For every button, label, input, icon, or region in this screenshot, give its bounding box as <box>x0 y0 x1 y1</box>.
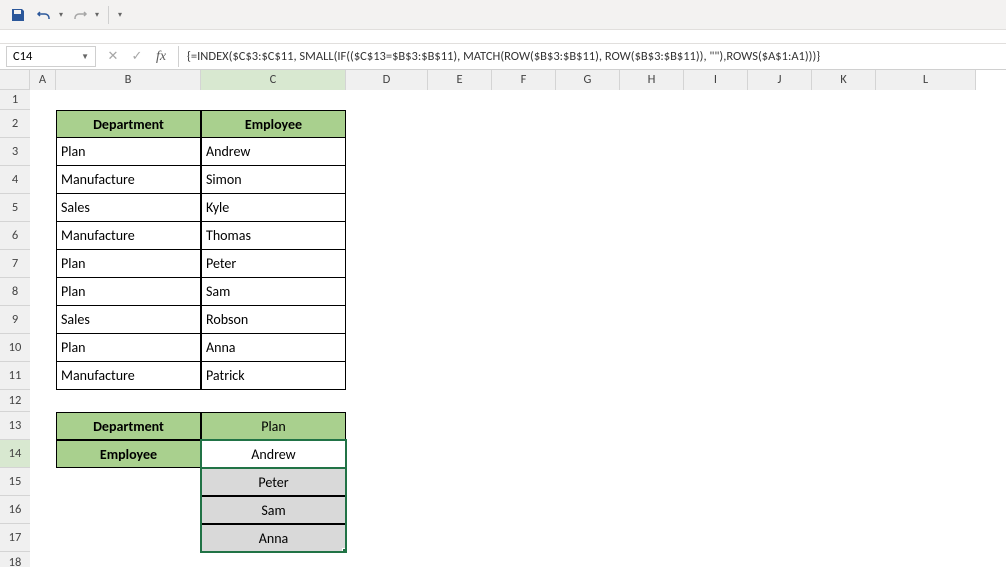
column-header-I[interactable]: I <box>684 70 748 90</box>
column-header-L[interactable]: L <box>876 70 976 90</box>
cell-B3[interactable]: Plan <box>56 138 201 166</box>
cell-B8[interactable]: Plan <box>56 278 201 306</box>
column-header-J[interactable]: J <box>748 70 812 90</box>
cell-B6[interactable]: Manufacture <box>56 222 201 250</box>
cell-C7[interactable]: Peter <box>201 250 346 278</box>
cell-C4[interactable]: Simon <box>201 166 346 194</box>
cell-B5[interactable]: Sales <box>56 194 201 222</box>
cell-B13[interactable]: Department <box>56 412 201 440</box>
cell-B14[interactable]: Employee <box>56 440 201 468</box>
row-header-8[interactable]: 8 <box>0 278 30 306</box>
row-header-3[interactable]: 3 <box>0 138 30 166</box>
row-header-9[interactable]: 9 <box>0 306 30 334</box>
cell-C16[interactable]: Sam <box>201 496 346 524</box>
row-header-1[interactable]: 1 <box>0 90 30 110</box>
row-header-10[interactable]: 10 <box>0 334 30 362</box>
cell-C10[interactable]: Anna <box>201 334 346 362</box>
formula-input[interactable] <box>179 44 1006 69</box>
cell-C9[interactable]: Robson <box>201 306 346 334</box>
cell-B7[interactable]: Plan <box>56 250 201 278</box>
column-header-B[interactable]: B <box>56 70 201 90</box>
cancel-formula-icon[interactable]: ✕ <box>106 49 120 64</box>
select-all-corner[interactable] <box>0 70 30 90</box>
column-header-A[interactable]: A <box>30 70 56 90</box>
spreadsheet-grid[interactable]: ABCDEFGHIJKL 123456789101112131415161718… <box>0 70 1006 567</box>
formula-bar: C14 ▼ ✕ ✓ fx <box>0 44 1006 70</box>
column-header-H[interactable]: H <box>620 70 684 90</box>
column-header-D[interactable]: D <box>346 70 428 90</box>
cell-C2[interactable]: Employee <box>201 110 346 138</box>
cell-B11[interactable]: Manufacture <box>56 362 201 390</box>
column-headers: ABCDEFGHIJKL <box>30 70 976 90</box>
row-header-15[interactable]: 15 <box>0 468 30 496</box>
save-button[interactable] <box>6 3 30 27</box>
cell-C8[interactable]: Sam <box>201 278 346 306</box>
column-header-C[interactable]: C <box>201 70 346 90</box>
row-header-6[interactable]: 6 <box>0 222 30 250</box>
cell-B4[interactable]: Manufacture <box>56 166 201 194</box>
customize-qat[interactable]: ▾ <box>113 10 127 20</box>
column-header-F[interactable]: F <box>492 70 556 90</box>
cell-C5[interactable]: Kyle <box>201 194 346 222</box>
row-header-13[interactable]: 13 <box>0 412 30 440</box>
row-header-18[interactable]: 18 <box>0 552 30 567</box>
row-header-17[interactable]: 17 <box>0 524 30 552</box>
row-header-5[interactable]: 5 <box>0 194 30 222</box>
redo-dropdown[interactable]: ▾ <box>92 10 102 20</box>
cell-B2[interactable]: Department <box>56 110 201 138</box>
row-header-2[interactable]: 2 <box>0 110 30 138</box>
row-header-7[interactable]: 7 <box>0 250 30 278</box>
cell-C3[interactable]: Andrew <box>201 138 346 166</box>
insert-function-button[interactable]: fx <box>154 49 168 65</box>
row-header-11[interactable]: 11 <box>0 362 30 390</box>
row-header-4[interactable]: 4 <box>0 166 30 194</box>
name-box[interactable]: C14 ▼ <box>6 46 96 67</box>
column-header-G[interactable]: G <box>556 70 620 90</box>
column-header-K[interactable]: K <box>812 70 876 90</box>
undo-dropdown[interactable]: ▾ <box>56 10 66 20</box>
redo-button[interactable] <box>68 3 92 27</box>
ribbon-strip <box>0 30 1006 44</box>
column-header-E[interactable]: E <box>428 70 492 90</box>
row-header-12[interactable]: 12 <box>0 390 30 412</box>
row-header-14[interactable]: 14 <box>0 440 30 468</box>
cell-B10[interactable]: Plan <box>56 334 201 362</box>
cell-C13[interactable]: Plan <box>201 412 346 440</box>
cell-C6[interactable]: Thomas <box>201 222 346 250</box>
name-box-dropdown-icon[interactable]: ▼ <box>81 52 89 62</box>
cell-C11[interactable]: Patrick <box>201 362 346 390</box>
formula-bar-buttons: ✕ ✓ fx <box>96 46 179 67</box>
row-header-16[interactable]: 16 <box>0 496 30 524</box>
cell-C14[interactable]: Andrew <box>201 440 346 468</box>
cell-C17[interactable]: Anna <box>201 524 346 552</box>
cell-B9[interactable]: Sales <box>56 306 201 334</box>
cell-C15[interactable]: Peter <box>201 468 346 496</box>
row-headers: 123456789101112131415161718 <box>0 90 30 567</box>
fill-handle[interactable] <box>342 548 348 554</box>
quick-access-toolbar: ▾ ▾ ▾ <box>0 0 1006 30</box>
enter-formula-icon[interactable]: ✓ <box>130 49 144 64</box>
undo-button[interactable] <box>32 3 56 27</box>
qat-separator <box>108 6 109 24</box>
name-box-value: C14 <box>13 49 32 64</box>
